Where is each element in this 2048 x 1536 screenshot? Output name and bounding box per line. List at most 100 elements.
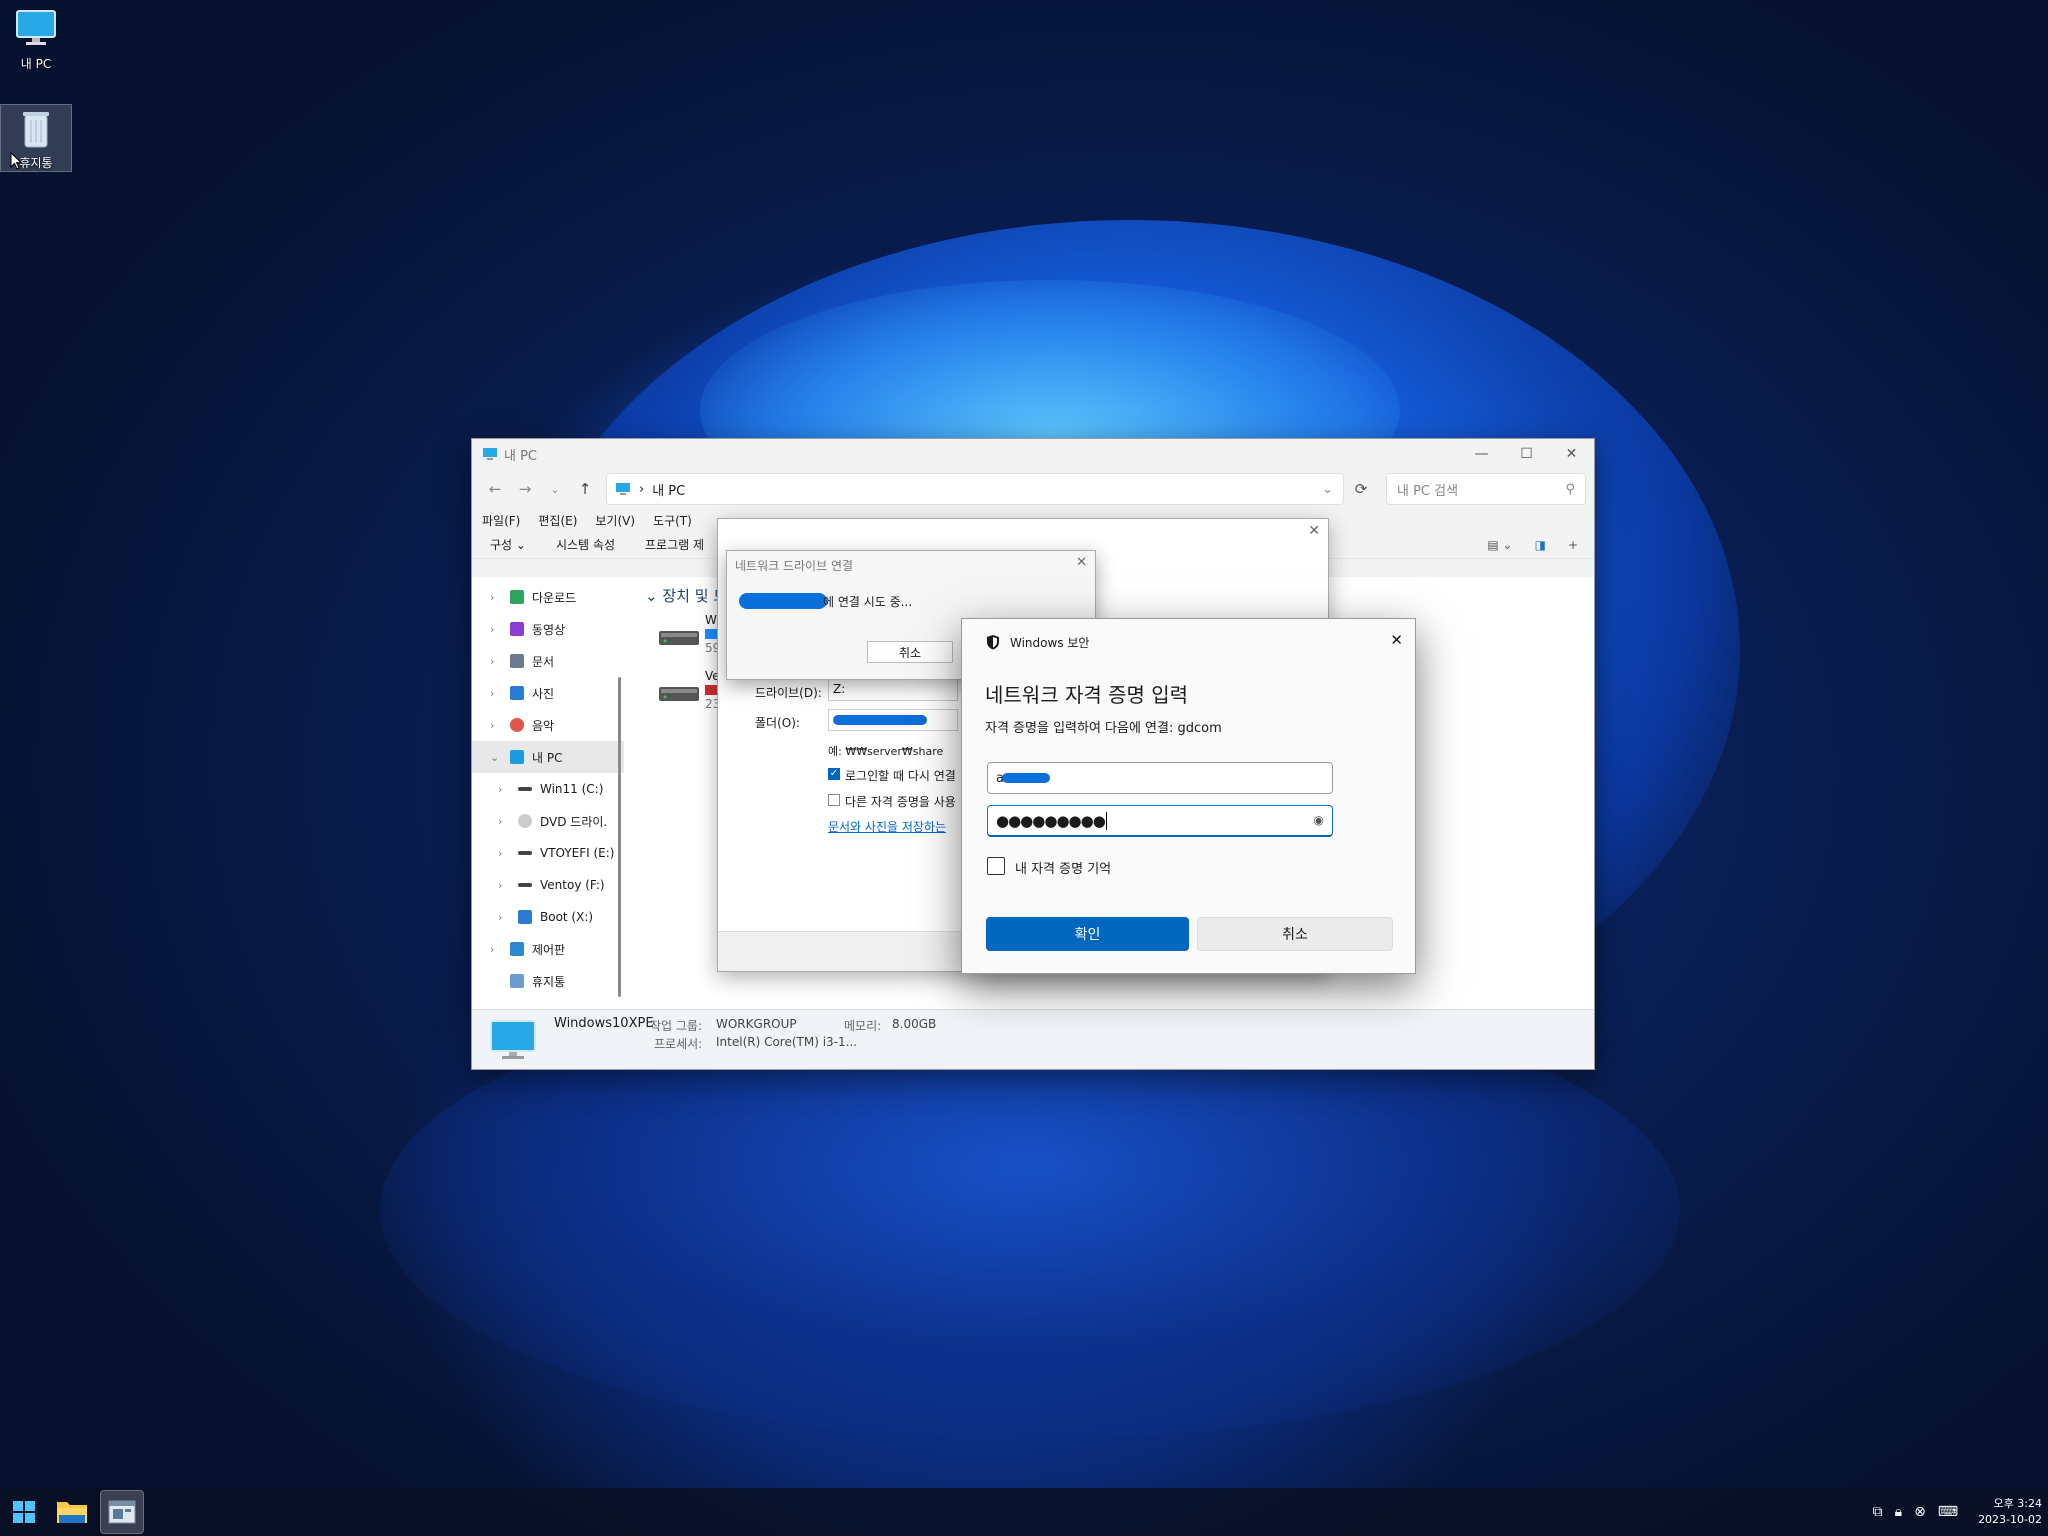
clock[interactable]: 오후 3:24 2023-10-02 xyxy=(1978,1496,2042,1528)
recycle-bin-icon xyxy=(23,112,49,148)
drive-letter-select[interactable]: Z: xyxy=(828,679,958,701)
menu-view[interactable]: 보기(V) xyxy=(595,512,635,529)
chevron-right-icon[interactable]: › xyxy=(490,943,502,956)
chevron-right-icon[interactable]: › xyxy=(498,879,510,892)
breadcrumb[interactable]: 내 PC xyxy=(652,480,685,499)
organize-button[interactable]: 구성 ⌄ xyxy=(490,536,526,553)
minimize-button[interactable]: — xyxy=(1459,439,1504,469)
sidebar-item-drive-c[interactable]: › Win11 (C:) xyxy=(472,773,624,805)
up-button[interactable]: ↑ xyxy=(570,474,600,504)
drive-item[interactable]: Ve 23 xyxy=(657,669,720,715)
document-icon xyxy=(510,654,524,668)
password-field[interactable]: ●●●●●●●●● ◉ xyxy=(987,805,1333,837)
chevron-right-icon[interactable]: › xyxy=(490,687,502,700)
redaction-mark xyxy=(739,593,827,609)
preview-pane-icon[interactable]: ◨ xyxy=(1535,538,1546,552)
chevron-down-icon[interactable]: ⌄ xyxy=(490,751,502,764)
sidebar-item-this-pc[interactable]: ⌄ 내 PC xyxy=(472,741,624,773)
error-icon[interactable]: ⊗ xyxy=(1914,1504,1926,1520)
reconnect-label: 로그인할 때 다시 연결 xyxy=(845,769,956,783)
start-button[interactable] xyxy=(2,1490,46,1534)
programs-button[interactable]: 프로그램 제 xyxy=(645,536,704,553)
sidebar-item-recycle-bin[interactable]: 휴지통 xyxy=(472,965,624,997)
sidebar-item-control-panel[interactable]: › 제어판 xyxy=(472,933,624,965)
maximize-button[interactable]: ☐ xyxy=(1504,439,1549,469)
close-button[interactable]: ✕ xyxy=(1390,631,1403,649)
music-icon xyxy=(510,718,524,732)
navigation-pane: › 다운로드 › 동영상 › 문서 › 사진 › 음악 ⌄ 내 PC › Win11 (C:)… xyxy=(472,577,624,1009)
close-icon[interactable]: ✕ xyxy=(1076,555,1087,570)
sidebar-item-pictures[interactable]: › 사진 xyxy=(472,677,624,709)
search-input[interactable]: 내 PC 검색 ⚲ xyxy=(1386,473,1586,505)
chevron-right-icon[interactable]: › xyxy=(490,591,502,604)
view-options-icon[interactable]: ▤ ⌄ xyxy=(1487,538,1512,552)
details-pane: Windows10XPE 작업 그룹: WORKGROUP 메모리: 8.00G… xyxy=(472,1009,1594,1069)
workgroup-label: 작업 그룹: xyxy=(650,1019,703,1033)
network-icon[interactable]: ⧉ xyxy=(1873,1504,1883,1520)
chevron-right-icon[interactable]: › xyxy=(498,783,510,796)
taskbar-file-explorer[interactable] xyxy=(50,1490,94,1534)
drive-item[interactable]: Wi 59 xyxy=(657,613,720,659)
chevron-right-icon[interactable]: › xyxy=(498,911,510,924)
folder-example: 예: ₩₩server₩share xyxy=(828,745,944,758)
processor-value: Intel(R) Core(TM) i3-1... xyxy=(716,1035,858,1049)
title-bar: 내 PC — ☐ ✕ xyxy=(472,439,1594,469)
folder-icon xyxy=(57,1502,87,1523)
chevron-right-icon[interactable]: › xyxy=(490,655,502,668)
recent-dropdown-button[interactable]: ⌄ xyxy=(540,474,570,504)
cancel-button[interactable]: 취소 xyxy=(867,641,953,663)
forward-button[interactable]: → xyxy=(510,474,540,504)
sidebar-item-dvd[interactable]: › DVD 드라이. xyxy=(472,805,624,837)
control-panel-icon xyxy=(510,942,524,956)
menu-tools[interactable]: 도구(T) xyxy=(653,512,692,529)
close-icon[interactable]: ✕ xyxy=(1308,523,1320,539)
chevron-right-icon[interactable]: › xyxy=(490,719,502,732)
folder-input[interactable] xyxy=(828,709,958,731)
sidebar-item-drive-e[interactable]: › VTOYEFI (E:) xyxy=(472,837,624,869)
reveal-password-icon[interactable]: ◉ xyxy=(1314,813,1324,827)
storage-link[interactable]: 문서와 사진을 저장하는 xyxy=(828,818,946,835)
address-dropdown-icon[interactable]: ⌄ xyxy=(1322,482,1333,497)
taskbar-active-window[interactable] xyxy=(100,1490,144,1534)
system-properties-button[interactable]: 시스템 속성 xyxy=(556,536,615,553)
other-credentials-checkbox[interactable] xyxy=(828,794,840,806)
cancel-button[interactable]: 취소 xyxy=(1197,917,1393,951)
drive-icon xyxy=(659,687,699,701)
menu-file[interactable]: 파일(F) xyxy=(482,512,520,529)
address-bar[interactable]: › 내 PC ⌄ xyxy=(606,473,1344,505)
remember-checkbox[interactable] xyxy=(987,857,1005,875)
add-icon[interactable]: + xyxy=(1568,538,1578,552)
reconnect-checkbox[interactable]: ✓ xyxy=(828,768,840,780)
menu-edit[interactable]: 편집(E) xyxy=(538,512,577,529)
download-icon xyxy=(510,590,524,604)
chevron-right-icon[interactable]: › xyxy=(498,815,510,828)
sidebar-item-drive-f[interactable]: › Ventoy (F:) xyxy=(472,869,624,901)
close-button[interactable]: ✕ xyxy=(1549,439,1594,469)
section-header[interactable]: ⌄ 장치 및 드 xyxy=(645,585,727,606)
security-lock-icon[interactable]: 🔒︎ xyxy=(1895,1504,1902,1520)
this-pc-icon xyxy=(483,448,497,460)
computer-name: Windows10XPE xyxy=(554,1016,654,1031)
monitor-icon xyxy=(16,10,56,45)
sidebar-item-music[interactable]: › 음악 xyxy=(472,709,624,741)
ok-button[interactable]: 확인 xyxy=(986,917,1189,951)
window-title: 내 PC xyxy=(504,448,538,464)
sidebar-item-drive-x[interactable]: › Boot (X:) xyxy=(472,901,624,933)
sidebar-item-videos[interactable]: › 동영상 xyxy=(472,613,624,645)
connecting-message: 에 연결 시도 중... xyxy=(823,595,913,609)
keyboard-icon[interactable]: ⌨ xyxy=(1938,1504,1958,1520)
chevron-right-icon[interactable]: › xyxy=(490,623,502,636)
sidebar-item-documents[interactable]: › 문서 xyxy=(472,645,624,677)
refresh-button[interactable]: ⟳ xyxy=(1346,474,1376,504)
clock-date: 2023-10-02 xyxy=(1978,1513,2042,1526)
remember-label: 내 자격 증명 기억 xyxy=(1015,862,1112,877)
mouse-cursor-icon xyxy=(10,152,22,170)
sidebar-item-downloads[interactable]: › 다운로드 xyxy=(472,581,624,613)
taskbar: ⧉ 🔒︎ ⊗ ⌨ 오후 3:24 2023-10-02 xyxy=(0,1488,2048,1536)
desktop-icon-this-pc[interactable]: 내 PC xyxy=(0,8,72,72)
back-button[interactable]: ← xyxy=(480,474,510,504)
window-icon xyxy=(108,1500,136,1524)
chevron-right-icon[interactable]: › xyxy=(498,847,510,860)
sidebar-scrollbar[interactable] xyxy=(618,677,621,997)
username-field[interactable]: a xyxy=(987,762,1333,794)
